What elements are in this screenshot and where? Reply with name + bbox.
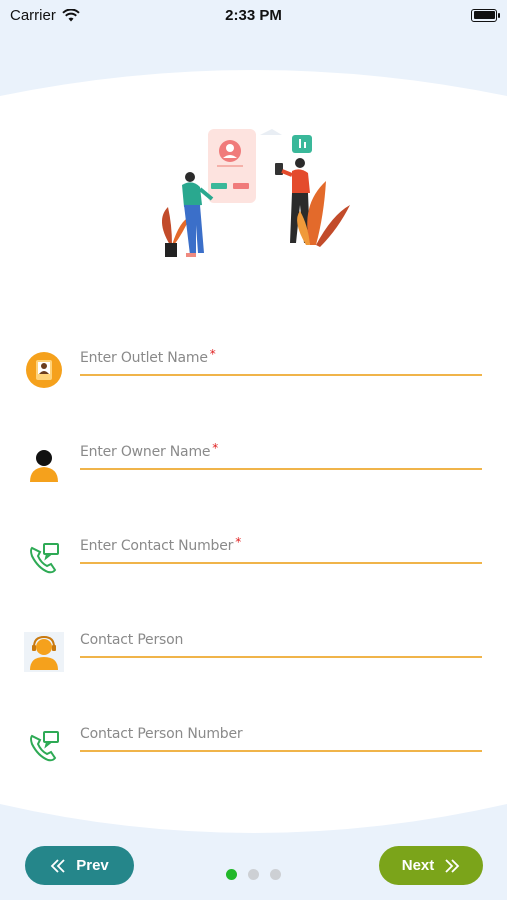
contact-person-number-input[interactable]: Contact Person Number [80,718,482,752]
contact-person-input[interactable]: Contact Person [80,624,482,658]
store-icon [26,352,62,388]
contact-person-field: Contact Person [0,614,507,684]
required-marker: * [209,347,216,361]
contact-person-number-placeholder: Contact Person Number [80,726,243,742]
page-dot-2 [248,869,259,880]
outlet-name-placeholder: Enter Outlet Name [80,350,208,366]
contact-person-number-field: Contact Person Number [0,708,507,778]
owner-name-placeholder: Enter Owner Name [80,444,211,460]
required-marker: * [212,441,219,455]
next-button-label: Next [401,857,435,874]
page-dot-3 [270,869,281,880]
contact-number-placeholder: Enter Contact Number [80,538,234,554]
page-dot-1 [226,869,237,880]
user-icon [30,450,58,482]
prev-button-label: Prev [76,857,109,874]
outlet-name-input[interactable]: Enter Outlet Name * [80,342,482,376]
owner-name-input[interactable]: Enter Owner Name * [80,436,482,470]
phone-chat-icon [30,543,59,574]
prev-button[interactable]: Prev [25,846,134,885]
onboarding-illustration [161,129,350,257]
outlet-name-field: Enter Outlet Name * [0,332,507,402]
double-chevron-left-icon [50,858,65,873]
phone-chat-icon [30,731,59,762]
wifi-icon [62,8,80,21]
required-marker: * [235,535,241,549]
battery-icon [471,8,500,22]
contact-number-field: Enter Contact Number * [0,520,507,590]
double-chevron-right-icon [445,858,460,873]
page-indicator [226,869,281,880]
status-bar: Carrier 2:33 PM [0,0,507,30]
owner-name-field: Enter Owner Name * [0,426,507,496]
contact-number-input[interactable]: Enter Contact Number * [80,530,482,564]
carrier-label: Carrier [10,6,56,24]
support-agent-icon [24,632,64,672]
next-button[interactable]: Next [379,846,483,885]
contact-person-placeholder: Contact Person [80,632,184,648]
